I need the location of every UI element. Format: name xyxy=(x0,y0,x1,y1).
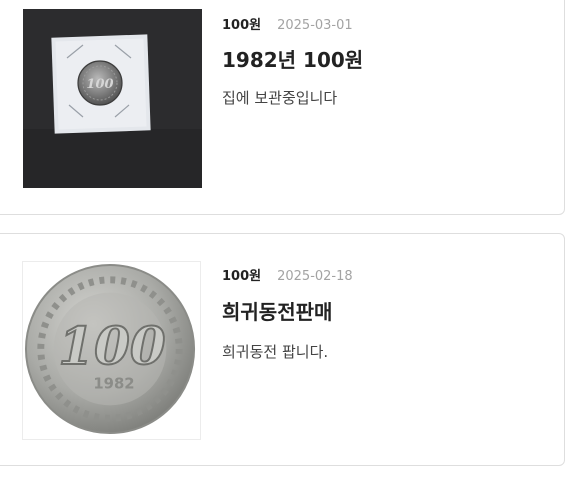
listing-card[interactable]: 100 100원 2025-03-01 1982년 100원 집에 보관중입니다 xyxy=(0,0,565,215)
listing-date: 2025-02-18 xyxy=(277,269,353,284)
listing-title[interactable]: 희귀동전판매 xyxy=(222,296,332,325)
listing-description: 집에 보관중입니다 xyxy=(222,89,338,107)
listing-price: 100원 xyxy=(222,269,262,284)
listing-meta: 100원 2025-02-18 xyxy=(222,265,353,284)
coin-in-holder-image: 100 xyxy=(23,9,202,188)
listing-thumbnail[interactable]: 100 xyxy=(23,9,202,188)
listing-meta: 100원 2025-03-01 xyxy=(222,14,353,33)
listing-description: 희귀동전 팝니다. xyxy=(222,343,329,361)
listing-title[interactable]: 1982년 100원 xyxy=(222,44,363,73)
coin-closeup-image: 100 1982 xyxy=(23,262,200,439)
coin-denomination-text: 100 xyxy=(86,77,113,92)
listing-card[interactable]: 100 1982 100원 2025-02-18 희귀동전판매 희귀동전 팝니다. xyxy=(0,233,565,466)
coin-year-text: 1982 xyxy=(93,376,134,393)
listing-date: 2025-03-01 xyxy=(277,18,353,33)
coin-denomination-text: 100 xyxy=(58,317,166,377)
listing-thumbnail[interactable]: 100 1982 xyxy=(22,261,201,440)
listing-price: 100원 xyxy=(222,18,262,33)
